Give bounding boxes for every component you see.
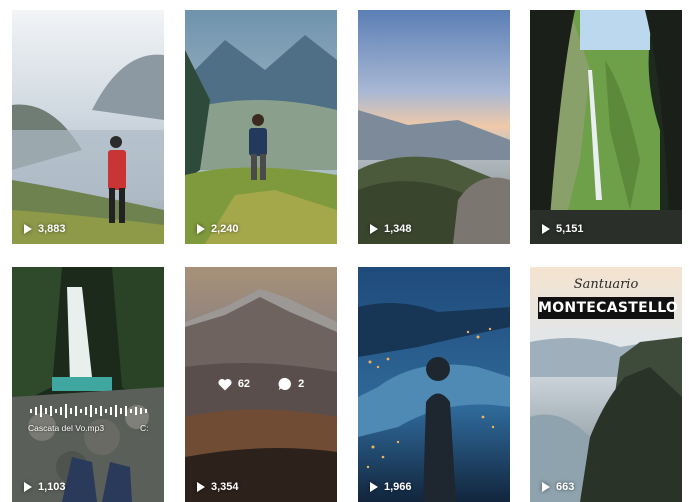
reel-thumbnail — [12, 267, 164, 502]
view-count: 1,348 — [370, 223, 412, 235]
reel-thumbnail — [185, 10, 337, 244]
hover-stats: 62 2 — [185, 377, 337, 391]
reels-grid: 3,883 2,240 1,348 5,151 Cascata del Vo.m… — [0, 0, 689, 502]
view-count: 3,354 — [197, 481, 239, 493]
waveform-icon — [30, 404, 147, 418]
view-count-text: 663 — [556, 481, 575, 493]
play-icon — [370, 224, 378, 234]
play-icon — [24, 224, 32, 234]
reel-tile[interactable]: 2,240 — [185, 10, 337, 244]
overlay-kicker: Santuario — [573, 277, 639, 292]
reel-tile[interactable]: Santuario MONTECASTELLO 663 — [530, 267, 682, 502]
reel-tile[interactable]: 1,966 — [358, 267, 510, 502]
play-icon — [542, 482, 550, 492]
audio-extra: C: — [140, 423, 149, 433]
view-count-text: 3,883 — [38, 223, 66, 235]
view-count: 3,883 — [24, 223, 66, 235]
view-count-text: 2,240 — [211, 223, 239, 235]
play-icon — [370, 482, 378, 492]
reel-tile[interactable]: 3,883 — [12, 10, 164, 244]
view-count-text: 3,354 — [211, 481, 239, 493]
play-icon — [197, 482, 205, 492]
view-count: 2,240 — [197, 223, 239, 235]
view-count: 5,151 — [542, 223, 584, 235]
view-count: 663 — [542, 481, 574, 493]
comment-icon — [278, 377, 292, 390]
reel-tile[interactable]: 1,348 — [358, 10, 510, 244]
play-icon — [542, 224, 550, 234]
view-count: 1,103 — [24, 481, 66, 493]
reel-thumbnail — [530, 10, 682, 244]
reel-thumbnail — [358, 10, 510, 244]
play-icon — [197, 224, 205, 234]
overlay-title: MONTECASTELLO — [538, 297, 678, 319]
play-icon — [24, 482, 32, 492]
view-count-text: 1,348 — [384, 223, 412, 235]
like-count: 62 — [237, 378, 251, 390]
view-count-text: 5,151 — [556, 223, 584, 235]
reel-thumbnail — [358, 267, 510, 502]
view-count-text: 1,103 — [38, 481, 66, 493]
reel-tile-hovered[interactable]: 62 2 3,354 — [185, 267, 337, 502]
comment-count: 2 — [298, 378, 305, 390]
view-count-text: 1,966 — [384, 481, 412, 493]
audio-name: Cascata del Vo.mp3 — [28, 423, 105, 433]
heart-icon — [218, 378, 232, 390]
view-count: 1,966 — [370, 481, 412, 493]
reel-tile[interactable]: 5,151 — [530, 10, 682, 244]
reel-thumbnail — [12, 10, 164, 244]
reel-tile[interactable]: Cascata del Vo.mp3 C: 1,103 — [12, 267, 164, 502]
like-stat: 62 — [218, 377, 250, 391]
comment-stat: 2 — [278, 377, 304, 391]
audio-label: Cascata del Vo.mp3 C: — [28, 423, 149, 433]
